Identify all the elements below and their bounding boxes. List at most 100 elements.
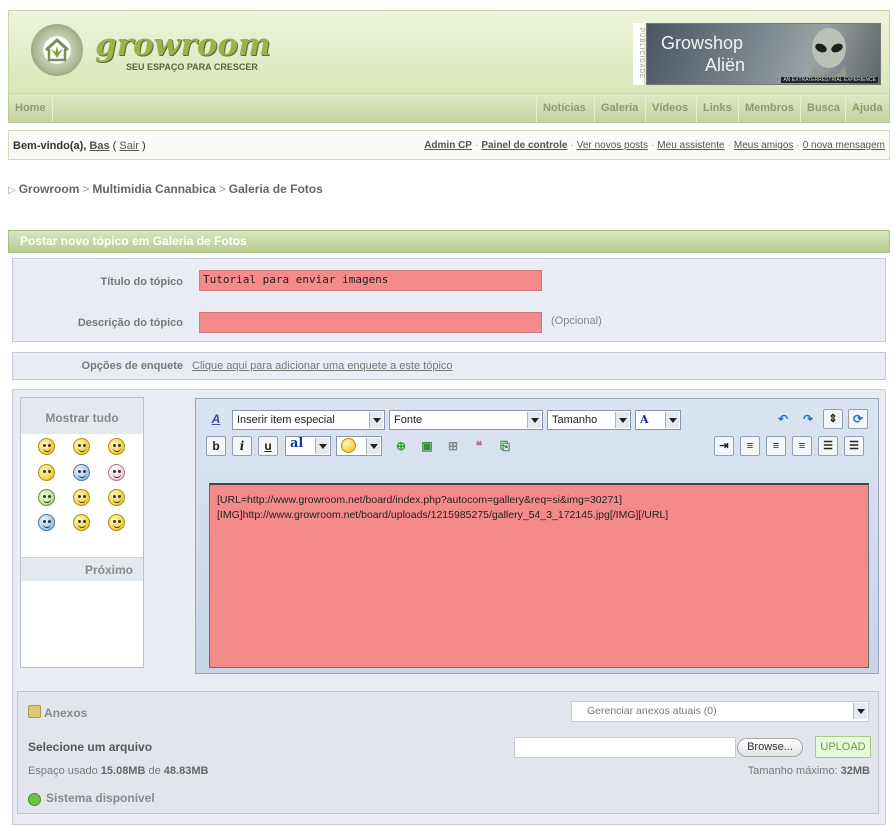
ad-title-line2: Aliën xyxy=(705,55,746,75)
user-links: Admin CP · Painel de controle · Ver novos po… xyxy=(424,140,885,151)
redo-icon[interactable]: ↷ xyxy=(798,409,818,429)
chevron-down-icon xyxy=(369,412,383,428)
special-item-select[interactable]: Inserir item especial xyxy=(232,410,385,430)
breadcrumb: ▷ Growroom > Multimidia Cannabica > Galeria d… xyxy=(8,182,323,196)
undo-icon[interactable]: ↶ xyxy=(773,409,793,429)
content-emoticon-icon[interactable] xyxy=(108,514,125,531)
content-line: [URL=http://www.growroom.net/board/index… xyxy=(217,494,623,506)
nav-videos[interactable]: Vídeos xyxy=(645,94,694,122)
max-size-text: Tamanho máximo: 32MB xyxy=(747,765,870,777)
surprised-emoticon-icon[interactable] xyxy=(38,464,55,481)
logo-tagline: SEU ESPAÇO PARA CRESCER xyxy=(126,62,258,72)
smiley-icon xyxy=(341,438,356,453)
bullet-list-icon[interactable]: ☰ xyxy=(844,436,864,456)
ad-title-line1: Growshop xyxy=(661,33,744,53)
file-path-input[interactable] xyxy=(514,737,736,758)
admin-cp-link[interactable]: Admin CP xyxy=(424,140,472,151)
bold-button[interactable]: b xyxy=(206,436,226,456)
next-emoticons-link[interactable]: Próximo xyxy=(85,563,133,577)
chevron-down-icon xyxy=(615,412,629,428)
username-link[interactable]: Bas xyxy=(89,140,109,152)
smile-emoticon-icon[interactable] xyxy=(38,438,55,455)
underline-button[interactable]: u xyxy=(258,436,278,456)
control-panel-link[interactable]: Painel de controle xyxy=(481,140,567,151)
post-content-textarea[interactable]: [URL=http://www.growroom.net/board/index… xyxy=(209,483,869,668)
poll-label: Opções de enquete xyxy=(81,360,183,372)
breadcrumb-item-growroom[interactable]: Growroom xyxy=(19,182,80,196)
welcome-prefix: Bem-vindo(a), xyxy=(13,140,87,152)
new-posts-link[interactable]: Ver novos posts xyxy=(577,140,648,151)
chevron-down-icon xyxy=(853,703,867,719)
select-file-label: Selecione um arquivo xyxy=(28,740,153,754)
dizzy-emoticon-icon[interactable] xyxy=(38,514,55,531)
rich-text-editor: A Inserir item especial Fonte Tamanho A … xyxy=(195,398,879,674)
logo-wordmark[interactable]: growroom xyxy=(95,27,271,63)
house-leaf-icon xyxy=(44,37,70,62)
main-navbar: Home Notícias Galeria Vídeos Links Membr… xyxy=(8,94,890,123)
nav-galeria[interactable]: Galeria xyxy=(594,94,644,122)
user-bar: Bem-vindo(a), Bas ( Sair ) Admin CP · Pain… xyxy=(8,130,890,160)
insert-attachment-icon[interactable]: ⊞ xyxy=(443,436,463,456)
align-right-icon[interactable]: ≡ xyxy=(792,436,812,456)
title-input[interactable]: Tutorial para enviar imagens xyxy=(199,270,542,291)
indent-icon[interactable]: ⇥ xyxy=(714,436,734,456)
switch-mode-icon[interactable]: ⟳ xyxy=(848,409,868,429)
show-all-emoticons[interactable]: Mostrar tudo xyxy=(21,411,143,425)
wink-emoticon-icon[interactable] xyxy=(73,438,90,455)
chevron-down-icon xyxy=(366,438,380,454)
grin-emoticon-icon[interactable] xyxy=(38,489,55,506)
browse-button[interactable]: Browse... xyxy=(737,738,803,757)
big-smile-emoticon-icon[interactable] xyxy=(73,489,90,506)
system-status: Sistema disponível xyxy=(46,791,155,805)
font-face-select[interactable]: al xyxy=(285,436,331,456)
nav-home[interactable]: Home xyxy=(9,94,53,122)
insert-link-icon[interactable]: ⊕ xyxy=(391,436,411,456)
insert-code-icon[interactable]: ⎘ xyxy=(495,436,515,456)
assistant-link[interactable]: Meu assistente xyxy=(657,140,724,151)
add-poll-link[interactable]: Clique aqui para adicionar uma enquete a… xyxy=(192,360,453,372)
resize-icon[interactable]: ⇕ xyxy=(823,409,843,429)
manage-attachments-select[interactable]: Gerenciar anexos atuais (0) xyxy=(571,701,869,722)
nav-membros[interactable]: Membros xyxy=(738,94,800,122)
numbered-list-icon[interactable]: ☰ xyxy=(818,436,838,456)
font-select[interactable]: Fonte xyxy=(389,410,543,430)
welcome-text: Bem-vindo(a), Bas ( Sair ) xyxy=(13,140,146,152)
description-input[interactable] xyxy=(199,312,542,333)
insert-quote-icon[interactable]: ❝ xyxy=(469,436,489,456)
upload-button[interactable]: UPLOAD xyxy=(815,736,871,758)
emoticon-select[interactable] xyxy=(336,436,382,456)
size-select[interactable]: Tamanho xyxy=(547,410,631,430)
align-center-icon[interactable]: ≡ xyxy=(766,436,786,456)
ad-banner[interactable]: Growshop Aliën AN EXTRATERRESTRIAL EXPER… xyxy=(646,23,881,85)
align-left-icon[interactable]: ≡ xyxy=(740,436,760,456)
folder-icon xyxy=(28,705,41,718)
insert-image-icon[interactable]: ▣ xyxy=(417,436,437,456)
nav-noticias[interactable]: Notícias xyxy=(536,94,592,122)
logo-emblem[interactable] xyxy=(31,24,83,76)
happy-emoticon-icon[interactable] xyxy=(108,438,125,455)
sleepy-emoticon-icon[interactable] xyxy=(73,514,90,531)
remove-format-icon[interactable]: A xyxy=(206,409,226,429)
friends-link[interactable]: Meus amigos xyxy=(734,140,793,151)
messages-link[interactable]: 0 nova mensagem xyxy=(803,140,885,151)
chevron-down-icon xyxy=(315,438,329,454)
breadcrumb-item-galeria[interactable]: Galeria de Fotos xyxy=(229,182,323,196)
nav-links[interactable]: Links xyxy=(696,94,738,122)
font-color-select[interactable]: A xyxy=(635,410,681,430)
site-header: growroom SEU ESPAÇO PARA CRESCER PUBLICI… xyxy=(8,10,890,94)
logout-link[interactable]: Sair xyxy=(119,140,139,152)
alien-icon xyxy=(809,28,849,84)
topic-info-panel: Título do tópico Tutorial para enviar im… xyxy=(12,258,886,342)
poll-panel: Opções de enquete Clique aqui para adici… xyxy=(12,352,886,380)
glasses-emoticon-icon[interactable] xyxy=(108,489,125,506)
italic-button[interactable]: i xyxy=(232,436,252,456)
breadcrumb-item-multimidia[interactable]: Multimidia Cannabica xyxy=(92,182,215,196)
nav-ajuda[interactable]: Ajuda xyxy=(845,94,889,122)
nav-busca[interactable]: Busca xyxy=(800,94,846,122)
check-icon xyxy=(28,793,41,806)
description-label: Descrição do tópico xyxy=(77,317,183,329)
breadcrumb-arrow-icon: ▷ xyxy=(8,185,16,196)
editor-panel: Mostrar tudo Próximo A Inserir item espe… xyxy=(12,389,886,825)
cool-emoticon-icon[interactable] xyxy=(73,464,90,481)
laugh-emoticon-icon[interactable] xyxy=(108,464,125,481)
